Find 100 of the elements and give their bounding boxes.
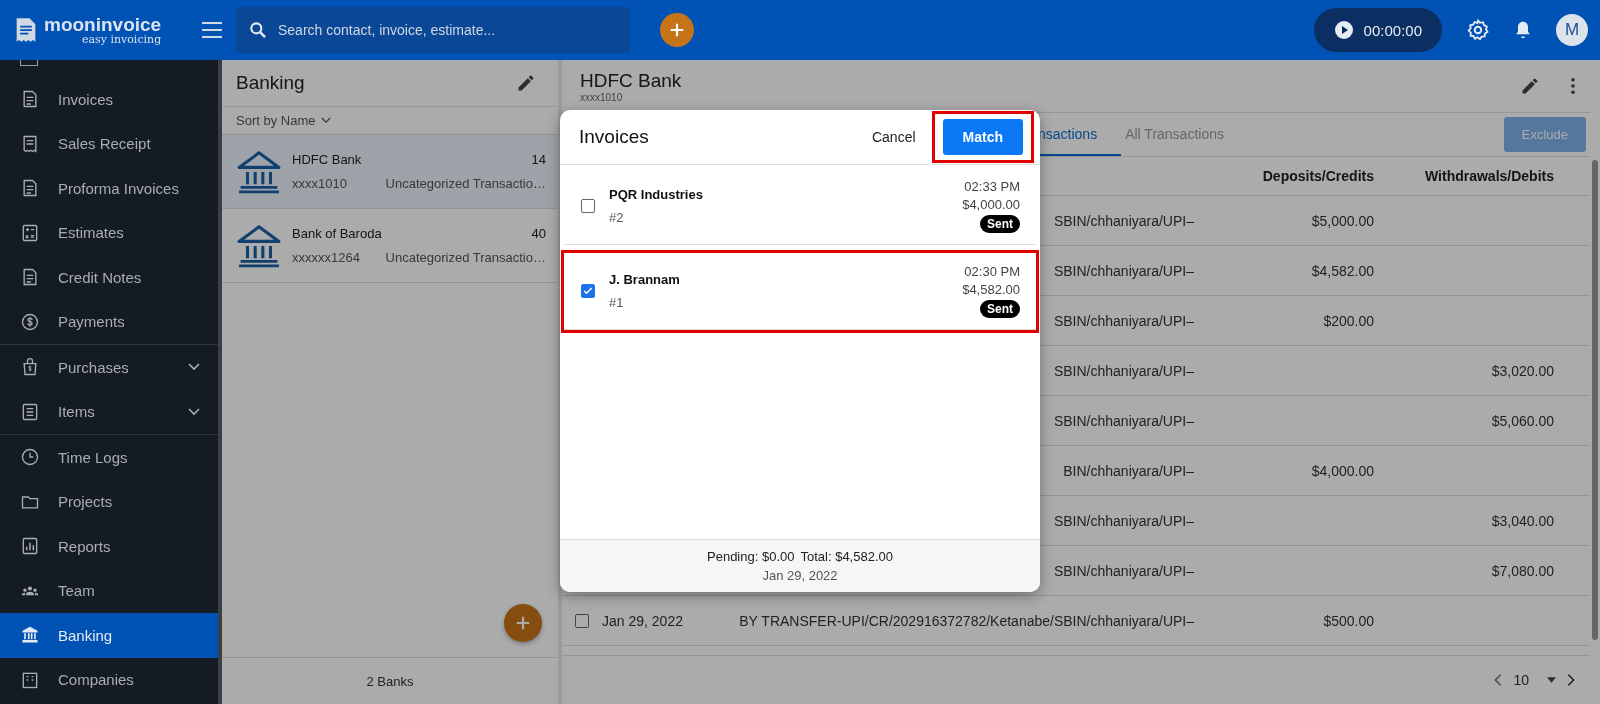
invoice-time: 02:33 PM: [964, 179, 1020, 194]
detail-title: HDFC Bank: [580, 69, 682, 92]
table-cell: SBIN/chhaniyara/UPI–: [1053, 562, 1194, 579]
sidebar-item[interactable]: Items: [0, 389, 218, 434]
status-badge: Sent: [980, 300, 1020, 318]
chevron-down-icon: [321, 117, 332, 124]
table-cell: $200.00: [1323, 312, 1374, 329]
bank-subtitle: Uncategorized Transactio…: [385, 250, 546, 265]
table-cell: Jan 29, 2022: [602, 612, 683, 629]
bank-list-item[interactable]: Bank of Baroda 40 xxxxxx1264 Uncategorized Transactio…: [222, 209, 558, 283]
pending-amount: Pending: $0.00: [707, 549, 795, 564]
transaction-count: 40: [531, 226, 546, 241]
table-cell: $5,060.00: [1491, 412, 1554, 429]
table-cell: SBIN/chhaniyara/UPI–: [1053, 312, 1194, 329]
sidebar-item[interactable]: Reports: [0, 524, 218, 569]
document-icon: [20, 60, 38, 66]
add-button[interactable]: [660, 13, 694, 47]
plus-icon: [668, 21, 686, 39]
search-field[interactable]: Search contact, invoice, estimate...: [236, 7, 630, 53]
invoice-number: #1: [609, 295, 625, 310]
detail-account: xxxx1010: [580, 91, 624, 103]
search-icon[interactable]: [248, 20, 268, 40]
play-icon: [1333, 20, 1354, 40]
table-cell: $3,040.00: [1491, 512, 1554, 529]
invoice-row[interactable]: PQR Industries #2 02:33 PM $4,000.00 Sent: [564, 168, 1036, 245]
shopping-bag-icon: [20, 357, 40, 378]
sidebar-item[interactable]: Invoices: [0, 77, 218, 122]
edit-pencil-icon[interactable]: [516, 73, 536, 93]
invoice-row[interactable]: J. Brannam #1 02:30 PM $4,582.00 Sent: [564, 253, 1036, 330]
invoice-amount: $4,000.00: [962, 197, 1020, 212]
account-number: xxxx1010: [292, 176, 347, 191]
sidebar-item[interactable]: Credit Notes: [0, 255, 218, 300]
invoice-time: 02:30 PM: [964, 264, 1020, 279]
logo-name: mooninvoice: [44, 15, 162, 34]
menu-icon[interactable]: [202, 22, 222, 38]
match-button[interactable]: Match: [942, 119, 1023, 155]
table-cell: BY TRANSFER-UPI/CR/202916372782/Ketanabe/SBIN/chhaniyara/UPI–: [739, 612, 1194, 629]
sidebar-item[interactable]: Proforma Invoices: [0, 166, 218, 211]
invoice-amount: $4,582.00: [962, 282, 1020, 297]
table-cell: $4,582.00: [1311, 262, 1374, 279]
checkbox[interactable]: [581, 284, 595, 298]
sidebar-item[interactable]: Team: [0, 568, 218, 613]
dropdown-arrow-icon[interactable]: [1547, 677, 1556, 683]
table-cell: $7,080.00: [1491, 562, 1554, 579]
logo-tagline: easy invoicing: [82, 34, 162, 45]
sidebar-item[interactable]: Payments: [0, 299, 218, 344]
sidebar-item[interactable]: Companies: [0, 657, 218, 702]
table-cell: SBIN/chhaniyara/UPI–: [1053, 212, 1194, 229]
table-cell: BIN/chhaniyara/UPI–: [1063, 462, 1194, 479]
table-cell: $500.00: [1323, 612, 1374, 629]
dialog-date: Jan 29, 2022: [762, 568, 838, 583]
bank-name: Bank of Baroda: [292, 226, 382, 241]
settings-icon[interactable]: [1466, 18, 1490, 42]
sidebar-item[interactable]: Banking: [0, 613, 218, 658]
sidebar-item[interactable]: Projects: [0, 479, 218, 524]
previous-page-icon[interactable]: [1493, 673, 1504, 687]
checkbox[interactable]: [575, 613, 589, 628]
bar-chart-icon: [20, 536, 40, 557]
table-cell: SBIN/chhaniyara/UPI–: [1053, 262, 1194, 279]
status-badge: Sent: [980, 215, 1020, 233]
table-cell: $5,000.00: [1311, 212, 1374, 229]
bank-subtitle: Uncategorized Transactio…: [385, 176, 546, 191]
invoice-number: #2: [609, 210, 625, 225]
edit-pencil-icon[interactable]: [1520, 76, 1540, 96]
checkbox[interactable]: [581, 199, 595, 213]
dialog-title: Invoices: [579, 126, 649, 148]
table-cell: SBIN/chhaniyara/UPI–: [1053, 412, 1194, 429]
add-bank-button[interactable]: [504, 604, 542, 642]
table-cell: SBIN/chhaniyara/UPI–: [1053, 512, 1194, 529]
list-icon: [20, 401, 40, 422]
panel-title: Banking: [236, 72, 305, 94]
table-cell: $4,000.00: [1311, 462, 1374, 479]
bank-building-icon: [236, 149, 282, 194]
sidebar-item[interactable]: Time Logs: [0, 434, 218, 480]
transaction-count: 14: [531, 152, 546, 167]
calculator-icon: [20, 222, 40, 243]
user-avatar[interactable]: M: [1556, 14, 1588, 46]
next-page-icon[interactable]: [1566, 673, 1576, 687]
client-name: PQR Industries: [609, 187, 704, 202]
bank-name: HDFC Bank: [292, 152, 362, 167]
total-amount: Total: $4,582.00: [800, 549, 893, 564]
plus-icon: [514, 614, 532, 632]
cancel-button[interactable]: Cancel: [865, 125, 922, 149]
account-number: xxxxxx1264: [292, 250, 360, 265]
bank-icon: [20, 625, 40, 646]
bank-building-icon: [236, 223, 282, 268]
clock-icon: [20, 447, 40, 468]
column-header: Deposits/Credits: [1261, 168, 1374, 184]
page-size[interactable]: 10: [1513, 672, 1529, 688]
bank-list-item[interactable]: HDFC Bank 14 xxxx1010 Uncategorized Transactio…: [222, 135, 558, 209]
sidebar-item[interactable]: Purchases: [0, 344, 218, 390]
sidebar-item[interactable]: Estimates: [0, 210, 218, 255]
table-cell: SBIN/chhaniyara/UPI–: [1053, 362, 1194, 379]
timer-button[interactable]: 00:00:00: [1313, 8, 1442, 52]
more-options-icon[interactable]: [1570, 77, 1576, 95]
bank-count: 2 Banks: [222, 657, 558, 704]
sidebar-item[interactable]: Sales Receipt: [0, 121, 218, 166]
column-header: Withdrawals/Debits: [1424, 168, 1554, 184]
dollar-circle-icon: [20, 311, 40, 332]
table-cell: $3,020.00: [1491, 362, 1554, 379]
